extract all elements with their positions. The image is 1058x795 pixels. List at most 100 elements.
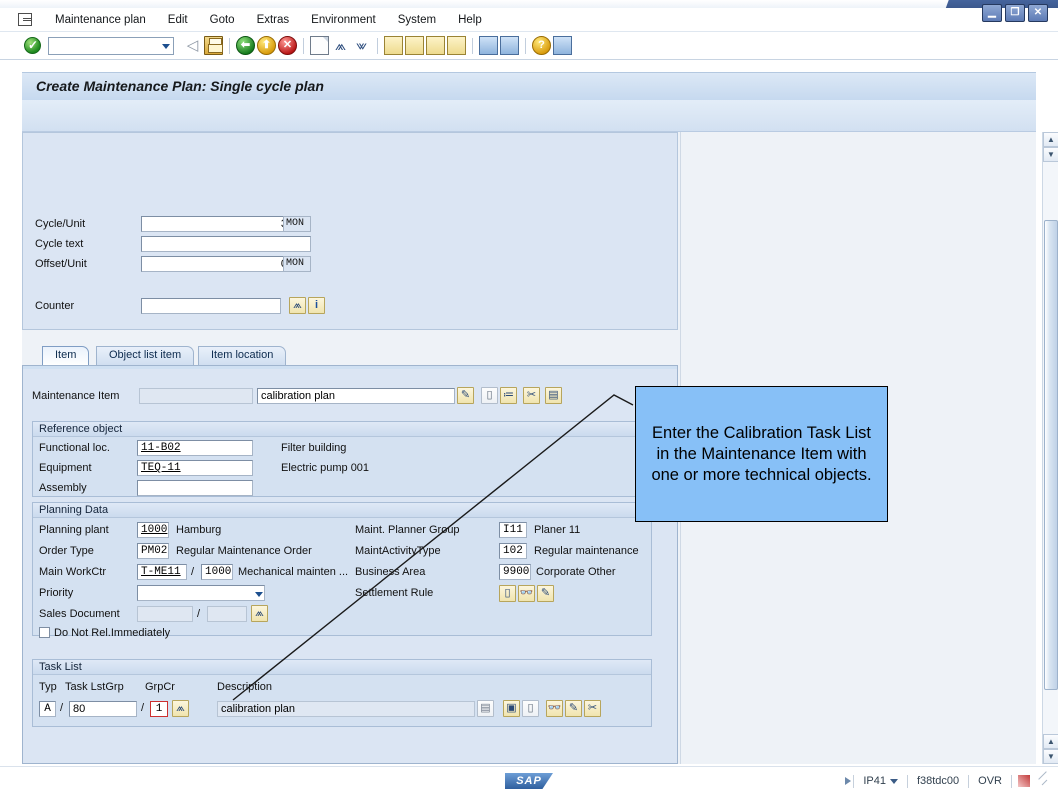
search-binoculars-icon[interactable]: ⩕ (289, 297, 306, 314)
main-workctr-input[interactable]: T-ME11 (137, 564, 187, 580)
planning-plant-input[interactable]: 1000 (137, 522, 169, 538)
sales-document-item-input[interactable] (207, 606, 247, 622)
priority-label: Priority (39, 587, 74, 599)
cancel-red-icon[interactable]: ✕ (278, 36, 297, 55)
functional-loc-input[interactable]: 11-B02 (137, 440, 253, 456)
create-document-icon[interactable]: ▯ (522, 700, 539, 717)
next-page-icon[interactable] (426, 36, 445, 55)
chevron-down-icon[interactable] (162, 43, 170, 49)
glasses-glyph: 👓 (547, 702, 562, 714)
menu-item-goto[interactable]: Goto (199, 11, 246, 29)
select-tasklist-icon[interactable]: ▤ (477, 700, 494, 717)
sales-document-input[interactable] (137, 606, 193, 622)
info-icon[interactable]: i (308, 297, 325, 314)
back-green-icon[interactable]: ⬅ (236, 36, 255, 55)
menu-item-environment[interactable]: Environment (300, 11, 387, 29)
tasklist-glyph: ▤ (480, 702, 491, 714)
create-document-icon[interactable]: ▯ (481, 387, 498, 404)
edit-pencil-icon[interactable]: ✎ (537, 585, 554, 602)
create-shortcut-icon[interactable] (500, 36, 519, 55)
scroll-up-bottom-button[interactable]: ▲ (1043, 734, 1058, 749)
priority-select[interactable] (137, 585, 265, 601)
first-page-icon[interactable] (384, 36, 403, 55)
exit-yellow-icon[interactable]: ⬆ (257, 36, 276, 55)
status-insert-mode[interactable]: OVR (969, 775, 1011, 787)
menu-item-maintenance-plan[interactable]: Maintenance plan (44, 11, 157, 29)
business-area-label: Business Area (355, 566, 426, 578)
annotation-text: Enter the Calibration Task List in the M… (651, 423, 872, 484)
task-list-description-input[interactable]: calibration plan (217, 701, 475, 717)
cycle-text-input[interactable] (141, 236, 311, 252)
search-binoculars-icon[interactable]: ⩕ (251, 605, 268, 622)
task-list-counter-input[interactable]: 1 (150, 701, 168, 717)
new-session-icon[interactable] (479, 36, 498, 55)
task-list-typ-input[interactable]: A (39, 701, 56, 717)
display-glasses-icon[interactable]: 👓 (518, 585, 535, 602)
status-expand-icon[interactable] (845, 777, 852, 785)
customize-layout-icon[interactable] (553, 36, 572, 55)
cut-scissors-icon[interactable]: ✂ (523, 387, 540, 404)
print-icon[interactable] (310, 36, 329, 55)
scroll-down-button[interactable]: ▼ (1043, 749, 1058, 764)
offset-unit-uom[interactable]: MON (283, 256, 311, 272)
business-area-input[interactable]: 9900 (499, 564, 531, 580)
help-icon[interactable]: ? (532, 36, 551, 55)
save-disk-icon[interactable] (204, 36, 223, 55)
scroll-down-small-button[interactable]: ▼ (1043, 147, 1058, 162)
display-glasses-icon[interactable]: 👓 (546, 700, 563, 717)
do-not-release-checkbox[interactable] (39, 627, 50, 638)
toolbar-separator (377, 37, 378, 54)
maximize-button[interactable]: ❐ (1005, 4, 1025, 22)
scroll-up-button[interactable]: ▲ (1043, 132, 1058, 147)
search-binoculars-icon[interactable]: ⩕ (172, 700, 189, 717)
status-system[interactable]: IP41 (854, 775, 907, 787)
maintenance-item-number-input[interactable] (139, 388, 253, 404)
tab-item[interactable]: Item (42, 346, 90, 368)
assembly-input[interactable] (137, 480, 253, 496)
find-next-icon[interactable]: ⩖ (352, 36, 371, 55)
minimize-button[interactable]: ▁ (982, 4, 1002, 22)
annotation-callout: Enter the Calibration Task List in the M… (635, 386, 888, 522)
menu-item-edit[interactable]: Edit (157, 11, 199, 29)
chevron-down-icon[interactable] (255, 592, 263, 597)
menu-item-extras[interactable]: Extras (246, 11, 301, 29)
menu-item-help[interactable]: Help (447, 11, 493, 29)
back-arrow-icon[interactable]: ◁ (183, 36, 202, 55)
document-list-icon[interactable]: ≔ (500, 387, 517, 404)
edit-pencil-icon[interactable]: ✎ (565, 700, 582, 717)
order-type-input[interactable]: PM02 (137, 543, 169, 559)
main-workctr-plant-input[interactable]: 1000 (201, 564, 233, 580)
cycle-unit-input[interactable]: 3 (141, 216, 291, 232)
scrollbar-thumb[interactable] (1044, 220, 1058, 690)
find-icon[interactable]: ⩕ (331, 36, 350, 55)
binoculars-glyph: ⩕ (255, 607, 264, 619)
task-list-group-input[interactable]: 80 (69, 701, 137, 717)
system-menu-icon[interactable] (18, 13, 32, 26)
business-area-text: Corporate Other (536, 566, 616, 578)
edit-pencil-icon[interactable]: ✎ (457, 387, 474, 404)
save-tasklist-icon[interactable]: ▣ (503, 700, 520, 717)
menu-item-system[interactable]: System (387, 11, 447, 29)
close-button[interactable]: ✕ (1028, 4, 1048, 22)
last-page-icon[interactable] (447, 36, 466, 55)
cut-scissors-icon[interactable]: ✂ (584, 700, 601, 717)
functional-loc-label: Functional loc. (39, 442, 110, 454)
maint-activity-type-input[interactable]: 102 (499, 543, 527, 559)
maint-activity-type-text: Regular maintenance (534, 545, 639, 557)
chevron-down-icon[interactable] (889, 779, 898, 784)
vertical-scrollbar[interactable]: ▲ ▼ ▲ ▼ (1042, 132, 1058, 764)
paste-stamp-icon[interactable]: ▤ (545, 387, 562, 404)
counter-input[interactable] (141, 298, 281, 314)
equipment-input[interactable]: TEQ-11 (137, 460, 253, 476)
tab-item-location[interactable]: Item location (198, 346, 287, 366)
create-document-icon[interactable]: ▯ (499, 585, 516, 602)
offset-unit-input[interactable]: 0 (141, 256, 291, 272)
command-field[interactable] (48, 36, 174, 55)
enter-check-icon[interactable] (24, 37, 41, 54)
resize-grip-icon[interactable] (1036, 775, 1048, 787)
maint-planner-group-input[interactable]: I11 (499, 522, 527, 538)
tab-object-list-item[interactable]: Object list item (96, 346, 195, 366)
previous-page-icon[interactable] (405, 36, 424, 55)
cycle-unit-uom[interactable]: MON (283, 216, 311, 232)
maintenance-item-description-input[interactable]: calibration plan (257, 388, 455, 404)
